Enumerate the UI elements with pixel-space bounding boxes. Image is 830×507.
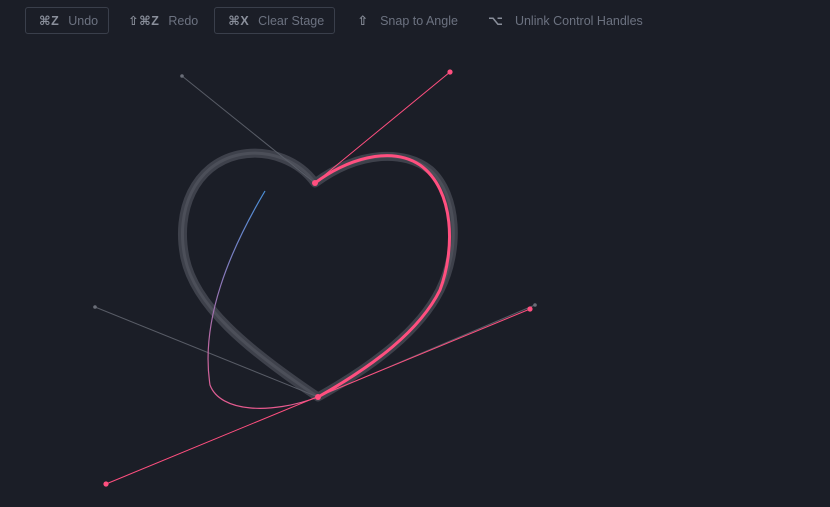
preview-curve: [207, 190, 319, 409]
snap-to-angle-label: Snap to Angle: [380, 13, 458, 28]
redo-button[interactable]: ⇧⌘Z Redo: [117, 7, 209, 34]
guide-heart-path-inner: [180, 151, 455, 399]
handle-point-bottom-left[interactable]: [103, 481, 109, 487]
clear-stage-label: Clear Stage: [258, 13, 325, 28]
unlink-handles-hint: ⌥ Unlink Control Handles: [474, 7, 654, 34]
undo-label: Undo: [68, 13, 99, 28]
control-point-gray-right[interactable]: [533, 303, 537, 307]
drawing-canvas[interactable]: [0, 0, 830, 507]
toolbar: ⌘Z Undo ⇧⌘Z Redo ⌘X Clear Stage ⇧ Snap t…: [25, 7, 654, 34]
undo-button[interactable]: ⌘Z Undo: [25, 7, 110, 34]
pen-tool-stage[interactable]: ⌘Z Undo ⇧⌘Z Redo ⌘X Clear Stage ⇧ Snap t…: [0, 0, 830, 507]
clear-stage-shortcut: ⌘X: [228, 14, 250, 28]
anchor-point-top[interactable]: [312, 180, 318, 186]
unlink-handles-label: Unlink Control Handles: [514, 13, 643, 28]
drawn-path-segment: [313, 154, 452, 399]
option-key-icon: ⌥: [487, 12, 503, 28]
control-point-gray-left[interactable]: [93, 305, 97, 309]
handle-point-right[interactable]: [527, 306, 533, 312]
redo-label: Redo: [168, 13, 199, 28]
snap-to-angle-hint: ⇧ Snap to Angle: [343, 7, 469, 34]
redo-shortcut: ⇧⌘Z: [128, 14, 160, 28]
shift-key-icon: ⇧: [357, 12, 369, 28]
control-handle-line-gray-top: [181, 75, 316, 184]
handle-point-top-right[interactable]: [447, 69, 453, 75]
control-point-gray-top[interactable]: [180, 74, 184, 78]
control-handle-line-gray-left: [94, 306, 319, 398]
anchor-point-bottom[interactable]: [315, 394, 321, 400]
clear-stage-button[interactable]: ⌘X Clear Stage: [214, 7, 336, 34]
guide-heart-path: [177, 148, 458, 402]
undo-shortcut: ⌘Z: [39, 14, 60, 28]
